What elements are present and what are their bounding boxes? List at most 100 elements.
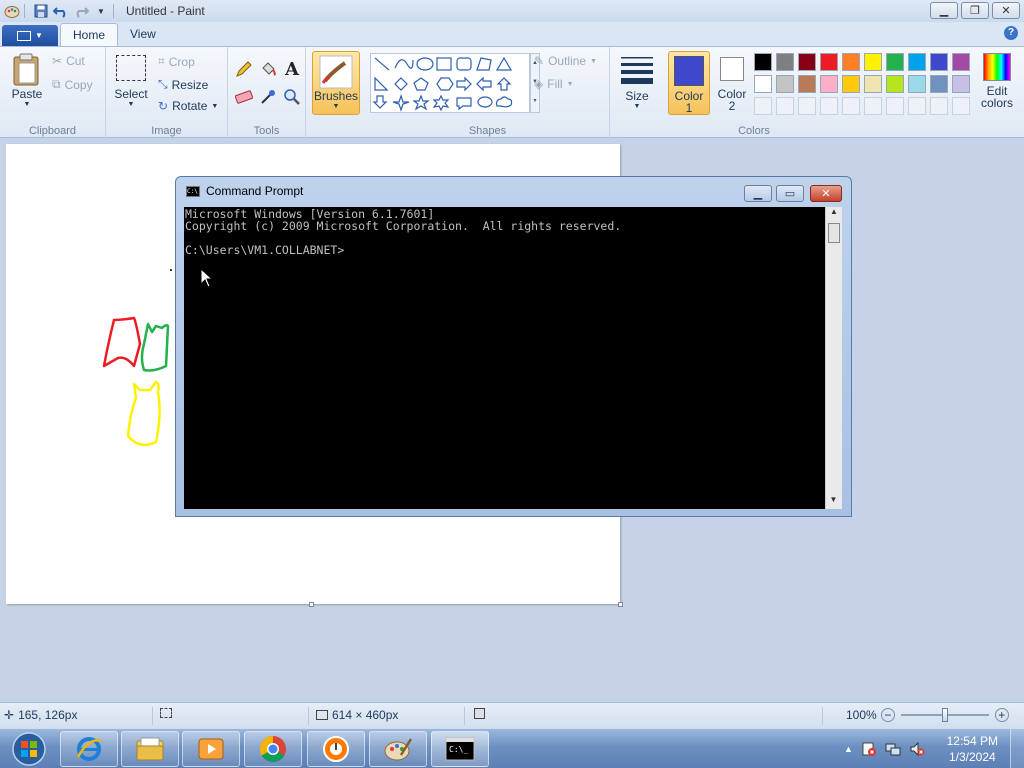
crop-button[interactable]: ⌗ Crop bbox=[158, 54, 195, 69]
taskbar-cmd[interactable]: C:\_ bbox=[431, 731, 489, 767]
paste-button[interactable]: Paste ▼ bbox=[10, 53, 44, 108]
custom-color-slot[interactable] bbox=[952, 97, 970, 115]
palette-color-swatch[interactable] bbox=[930, 53, 948, 71]
zoom-slider-thumb[interactable] bbox=[941, 708, 948, 722]
palette-color-swatch[interactable] bbox=[930, 75, 948, 93]
fill-button[interactable]: ◈ Fill ▼ bbox=[534, 77, 574, 91]
show-hidden-icons-icon[interactable]: ▲ bbox=[844, 744, 853, 754]
palette-color-swatch[interactable] bbox=[952, 53, 970, 71]
taskbar-chrome[interactable] bbox=[244, 731, 302, 767]
color-picker-icon[interactable] bbox=[258, 87, 278, 107]
five-point-star-shape-icon[interactable] bbox=[412, 94, 430, 111]
cmd-close-button[interactable]: ✕ bbox=[810, 185, 842, 202]
scroll-up-arrow-icon[interactable]: ▲ bbox=[826, 207, 842, 221]
rectangle-shape-icon[interactable] bbox=[436, 57, 452, 71]
left-arrow-shape-icon[interactable] bbox=[476, 76, 492, 92]
zoom-out-button[interactable]: − bbox=[880, 708, 895, 722]
start-button[interactable] bbox=[2, 729, 56, 768]
six-point-star-shape-icon[interactable] bbox=[432, 94, 450, 112]
palette-color-swatch[interactable] bbox=[886, 75, 904, 93]
oval-shape-icon[interactable] bbox=[416, 57, 434, 71]
palette-color-swatch[interactable] bbox=[864, 75, 882, 93]
show-desktop-button[interactable] bbox=[1010, 729, 1024, 768]
magnifier-icon[interactable] bbox=[282, 87, 302, 107]
triangle-shape-icon[interactable] bbox=[495, 56, 513, 71]
custom-color-slot[interactable] bbox=[908, 97, 926, 115]
rounded-rectangle-shape-icon[interactable] bbox=[456, 57, 472, 71]
action-center-icon[interactable] bbox=[861, 741, 877, 757]
pencil-icon[interactable] bbox=[234, 59, 254, 79]
taskbar-avast[interactable] bbox=[307, 731, 365, 767]
paint-app-icon[interactable] bbox=[4, 3, 20, 19]
palette-color-swatch[interactable] bbox=[798, 53, 816, 71]
palette-color-swatch[interactable] bbox=[864, 53, 882, 71]
custom-color-slot[interactable] bbox=[798, 97, 816, 115]
canvas-resize-handle-corner[interactable] bbox=[618, 602, 623, 607]
palette-color-swatch[interactable] bbox=[908, 75, 926, 93]
taskbar-internet-explorer[interactable] bbox=[60, 731, 118, 767]
custom-color-slot[interactable] bbox=[864, 97, 882, 115]
volume-muted-icon[interactable] bbox=[909, 741, 925, 757]
save-icon[interactable] bbox=[33, 3, 49, 19]
taskbar-paint[interactable] bbox=[369, 731, 427, 767]
close-button[interactable]: ✕ bbox=[992, 2, 1020, 19]
color2-button[interactable]: Color 2 bbox=[714, 55, 750, 112]
line-shape-icon[interactable] bbox=[374, 57, 390, 71]
taskbar-windows-explorer[interactable] bbox=[121, 731, 179, 767]
palette-color-swatch[interactable] bbox=[754, 75, 772, 93]
taskbar-media-player[interactable] bbox=[182, 731, 240, 767]
eraser-icon[interactable] bbox=[234, 87, 254, 107]
color1-button[interactable]: Color 1 bbox=[668, 51, 710, 115]
copy-button[interactable]: ⧉ Copy bbox=[52, 77, 93, 92]
oval-callout-shape-icon[interactable] bbox=[477, 96, 493, 108]
canvas-resize-handle-bottom[interactable] bbox=[309, 602, 314, 607]
custom-color-slot[interactable] bbox=[842, 97, 860, 115]
custom-color-slot[interactable] bbox=[930, 97, 948, 115]
four-point-star-shape-icon[interactable] bbox=[392, 94, 410, 112]
cut-button[interactable]: ✂ Cut bbox=[52, 54, 85, 68]
fill-bucket-icon[interactable] bbox=[258, 59, 278, 79]
tab-view[interactable]: View bbox=[118, 23, 168, 46]
palette-color-swatch[interactable] bbox=[754, 53, 772, 71]
cmd-scrollbar[interactable]: ▲ ▼ bbox=[825, 207, 842, 509]
diamond-shape-icon[interactable] bbox=[394, 77, 408, 91]
up-arrow-shape-icon[interactable] bbox=[496, 77, 512, 91]
right-arrow-shape-icon[interactable] bbox=[456, 76, 472, 92]
cmd-maximize-button[interactable]: ▭ bbox=[776, 185, 804, 202]
cmd-console[interactable]: Microsoft Windows [Version 6.1.7601] Copy… bbox=[184, 207, 825, 509]
zoom-slider[interactable] bbox=[900, 708, 989, 722]
palette-color-swatch[interactable] bbox=[776, 75, 794, 93]
scroll-down-arrow-icon[interactable]: ▼ bbox=[826, 495, 841, 509]
resize-button[interactable]: ⤡ Resize bbox=[158, 77, 208, 92]
rotate-button[interactable]: ↻ Rotate ▼ bbox=[158, 99, 218, 113]
scroll-thumb[interactable] bbox=[828, 223, 840, 243]
select-button[interactable]: Select ▼ bbox=[114, 55, 148, 108]
clock[interactable]: 12:54 PM 1/3/2024 bbox=[947, 733, 998, 765]
tab-home[interactable]: Home bbox=[60, 23, 119, 46]
zoom-in-button[interactable]: + bbox=[994, 708, 1009, 722]
minimize-button[interactable]: ▁ bbox=[930, 2, 958, 19]
undo-icon[interactable] bbox=[53, 3, 69, 19]
palette-color-swatch[interactable] bbox=[952, 75, 970, 93]
palette-color-swatch[interactable] bbox=[798, 75, 816, 93]
network-icon[interactable] bbox=[885, 741, 901, 757]
palette-color-swatch[interactable] bbox=[820, 53, 838, 71]
custom-color-slot[interactable] bbox=[754, 97, 772, 115]
palette-color-swatch[interactable] bbox=[842, 75, 860, 93]
palette-color-swatch[interactable] bbox=[776, 53, 794, 71]
curve-shape-icon[interactable] bbox=[394, 59, 414, 69]
palette-color-swatch[interactable] bbox=[908, 53, 926, 71]
hexagon-shape-icon[interactable] bbox=[436, 77, 454, 91]
custom-color-slot[interactable] bbox=[776, 97, 794, 115]
edit-colors-button[interactable]: Edit colors bbox=[976, 53, 1018, 109]
outline-button[interactable]: ✎ Outline ▼ bbox=[534, 54, 597, 68]
pentagon-shape-icon[interactable] bbox=[413, 77, 429, 91]
polygon-shape-icon[interactable] bbox=[476, 57, 492, 71]
text-icon[interactable]: A bbox=[282, 59, 302, 80]
palette-color-swatch[interactable] bbox=[842, 53, 860, 71]
down-arrow-shape-icon[interactable] bbox=[372, 95, 388, 109]
right-triangle-shape-icon[interactable] bbox=[374, 76, 389, 91]
restore-button[interactable]: ❐ bbox=[961, 2, 989, 19]
cloud-callout-shape-icon[interactable] bbox=[495, 96, 513, 108]
rounded-callout-shape-icon[interactable] bbox=[456, 97, 472, 111]
